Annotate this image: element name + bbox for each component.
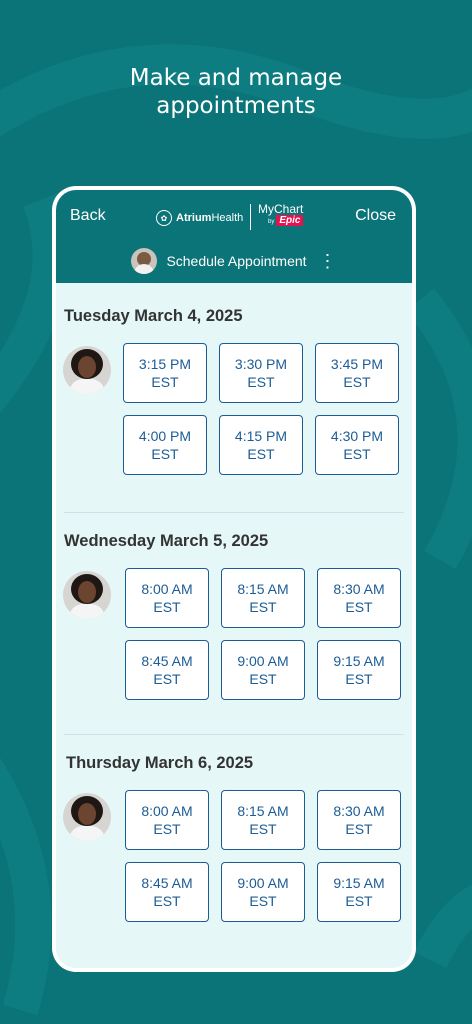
slot-time: 8:15 AM — [237, 803, 289, 819]
time-slot-button[interactable]: 8:30 AM EST — [317, 568, 401, 628]
slot-time: 9:00 AM — [237, 875, 289, 891]
brand-divider — [250, 204, 251, 230]
section-divider — [64, 512, 404, 513]
slot-time: 8:45 AM — [141, 875, 193, 891]
slot-timezone: EST — [345, 599, 373, 615]
slot-time: 3:15 PM — [138, 356, 192, 372]
slot-time: 8:30 AM — [333, 803, 385, 819]
brand-logos: ✿ Atrium Health MyChart by Epic — [156, 202, 316, 232]
slot-timezone: EST — [153, 893, 181, 909]
slot-timezone: EST — [151, 446, 179, 462]
time-slot-button[interactable]: 8:00 AM EST — [125, 790, 209, 850]
slot-time: 9:00 AM — [237, 653, 289, 669]
slot-timezone: EST — [249, 671, 277, 687]
epic-text: Epic — [276, 215, 304, 226]
slot-time: 8:45 AM — [141, 653, 193, 669]
slot-timezone: EST — [249, 599, 277, 615]
provider-avatar — [63, 571, 111, 619]
time-slot-button[interactable]: 8:45 AM EST — [125, 862, 209, 922]
slot-timezone: EST — [247, 374, 275, 390]
time-slot-button[interactable]: 8:15 AM EST — [221, 790, 305, 850]
time-slot-grid: 3:15 PM EST 3:30 PM EST 3:45 PM EST 4:00 PM… — [123, 343, 399, 475]
avatar — [131, 248, 158, 274]
slot-timezone: EST — [153, 599, 181, 615]
slot-timezone: EST — [153, 671, 181, 687]
by-text: by — [268, 219, 275, 225]
headline-line-2: appointments — [156, 93, 316, 119]
time-slot-button[interactable]: 8:30 AM EST — [317, 790, 401, 850]
slot-timezone: EST — [345, 821, 373, 837]
tree-icon: ✿ — [156, 210, 172, 226]
slot-timezone: EST — [345, 671, 373, 687]
time-slot-button[interactable]: 4:30 PM EST — [315, 415, 399, 475]
slot-timezone: EST — [343, 374, 371, 390]
slot-time: 8:00 AM — [141, 803, 193, 819]
slot-time: 9:15 AM — [333, 653, 385, 669]
slot-timezone: EST — [153, 821, 181, 837]
screen-title-row: Schedule Appointment ⋮ — [56, 248, 412, 274]
slot-timezone: EST — [345, 893, 373, 909]
slot-time: 8:30 AM — [333, 581, 385, 597]
app-header: Back ✿ Atrium Health MyChart by Epic Close… — [56, 190, 412, 283]
time-slot-button[interactable]: 8:00 AM EST — [125, 568, 209, 628]
slot-time: 9:15 AM — [333, 875, 385, 891]
day-title: Tuesday March 4, 2025 — [64, 307, 243, 325]
time-slot-grid: 8:00 AM EST 8:15 AM EST 8:30 AM EST 8:45 AM… — [125, 790, 401, 922]
day-title: Thursday March 6, 2025 — [66, 754, 254, 772]
time-slot-button[interactable]: 9:00 AM EST — [221, 640, 305, 700]
mychart-logo: MyChart — [258, 202, 304, 216]
slot-time: 3:30 PM — [234, 356, 288, 372]
slot-time: 3:45 PM — [330, 356, 384, 372]
more-options-icon[interactable]: ⋮ — [319, 252, 337, 270]
section-divider — [64, 734, 404, 735]
screen-title: Schedule Appointment — [166, 253, 307, 269]
provider-avatar — [63, 346, 111, 394]
slot-timezone: EST — [151, 374, 179, 390]
time-slot-button[interactable]: 9:15 AM EST — [317, 862, 401, 922]
time-slot-button[interactable]: 4:00 PM EST — [123, 415, 207, 475]
provider-avatar — [63, 793, 111, 841]
time-slot-button[interactable]: 3:15 PM EST — [123, 343, 207, 403]
headline-line-1: Make and manage — [129, 65, 343, 91]
atrium-health-logo: ✿ Atrium Health — [156, 210, 243, 226]
time-slot-button[interactable]: 4:15 PM EST — [219, 415, 303, 475]
health-text: Health — [211, 212, 244, 224]
headline: Make and manage appointments — [0, 64, 472, 120]
time-slot-button[interactable]: 9:15 AM EST — [317, 640, 401, 700]
epic-logo: by Epic — [268, 215, 304, 226]
slot-time: 8:15 AM — [237, 581, 289, 597]
time-slot-button[interactable]: 9:00 AM EST — [221, 862, 305, 922]
slot-timezone: EST — [249, 893, 277, 909]
slot-timezone: EST — [247, 446, 275, 462]
slot-time: 8:00 AM — [141, 581, 193, 597]
time-slot-button[interactable]: 3:45 PM EST — [315, 343, 399, 403]
slot-time: 4:15 PM — [234, 428, 288, 444]
phone-frame: Back ✿ Atrium Health MyChart by Epic Close… — [52, 186, 416, 972]
slot-time: 4:00 PM — [138, 428, 192, 444]
atrium-text: Atrium — [176, 212, 212, 224]
time-slot-button[interactable]: 8:15 AM EST — [221, 568, 305, 628]
slot-timezone: EST — [249, 821, 277, 837]
back-button[interactable]: Back — [70, 207, 106, 225]
close-button[interactable]: Close — [355, 207, 396, 225]
day-title: Wednesday March 5, 2025 — [64, 532, 269, 550]
slot-timezone: EST — [343, 446, 371, 462]
time-slot-button[interactable]: 3:30 PM EST — [219, 343, 303, 403]
app-screen: Back ✿ Atrium Health MyChart by Epic Close… — [56, 190, 412, 968]
time-slot-button[interactable]: 8:45 AM EST — [125, 640, 209, 700]
time-slot-grid: 8:00 AM EST 8:15 AM EST 8:30 AM EST 8:45 AM… — [125, 568, 401, 700]
slot-time: 4:30 PM — [330, 428, 384, 444]
